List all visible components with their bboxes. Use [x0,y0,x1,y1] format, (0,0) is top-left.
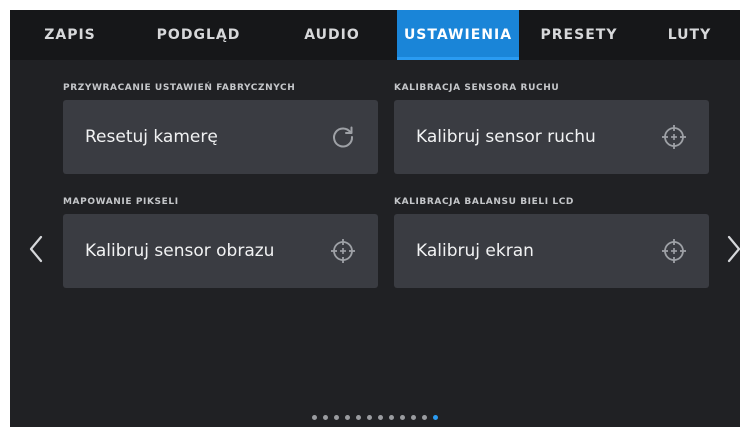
tab-ustawienia[interactable]: USTAWIENIA [397,10,519,60]
crosshair-icon [659,122,689,152]
tab-label: USTAWIENIA [403,27,513,43]
page-dot[interactable] [323,415,328,420]
page-dot[interactable] [367,415,372,420]
tab-audio[interactable]: AUDIO [267,10,397,60]
page-indicator [10,415,740,423]
tab-label: PODGLĄD [156,27,241,43]
page-dot[interactable] [400,415,405,420]
reset-icon [328,122,358,152]
button-label: Kalibruj ekran [416,241,534,261]
button-label: Kalibruj sensor ruchu [416,127,596,147]
settings-page: PRZYWRACANIE USTAWIEŃ FABRYCZNYCH Resetu… [10,60,740,427]
camera-screen: ZAPIS PODGLĄD AUDIO USTAWIENIA PRESETY L… [10,10,740,427]
tab-luty[interactable]: LUTY [639,10,740,60]
button-label: Resetuj kamerę [85,127,218,147]
next-page-button[interactable] [723,232,740,270]
page-dot[interactable] [422,415,427,420]
tab-zapis[interactable]: ZAPIS [10,10,130,60]
crosshair-icon [659,236,689,266]
page-dot[interactable] [411,415,416,420]
calibrate-motion-sensor-button[interactable]: Kalibruj sensor ruchu [394,100,709,174]
section-title-lcd-white-balance: KALIBRACJA BALANSU BIELI LCD [394,197,574,207]
page-dot[interactable] [356,415,361,420]
tab-label: PRESETY [540,27,618,43]
reset-camera-button[interactable]: Resetuj kamerę [63,100,378,174]
section-title-motion-sensor: KALIBRACJA SENSORA RUCHU [394,83,560,93]
button-label: Kalibruj sensor obrazu [85,241,275,261]
chevron-right-icon [727,235,740,267]
previous-page-button[interactable] [25,232,47,270]
calibrate-image-sensor-button[interactable]: Kalibruj sensor obrazu [63,214,378,288]
tab-label: LUTY [667,27,712,43]
chevron-left-icon [29,235,43,267]
page-dot[interactable] [389,415,394,420]
tab-presety[interactable]: PRESETY [519,10,639,60]
page-dot[interactable] [312,415,317,420]
tab-label: ZAPIS [44,27,96,43]
section-title-pixel-mapping: MAPOWANIE PIKSELI [63,197,179,207]
tab-bar: ZAPIS PODGLĄD AUDIO USTAWIENIA PRESETY L… [10,10,740,60]
page-dot[interactable] [334,415,339,420]
calibrate-display-button[interactable]: Kalibruj ekran [394,214,709,288]
section-title-factory-reset: PRZYWRACANIE USTAWIEŃ FABRYCZNYCH [63,83,296,93]
tab-podglad[interactable]: PODGLĄD [130,10,267,60]
page-dot[interactable] [378,415,383,420]
page-dot[interactable] [345,415,350,420]
crosshair-icon [328,236,358,266]
page-dot-active[interactable] [433,415,438,420]
tab-label: AUDIO [304,27,360,43]
